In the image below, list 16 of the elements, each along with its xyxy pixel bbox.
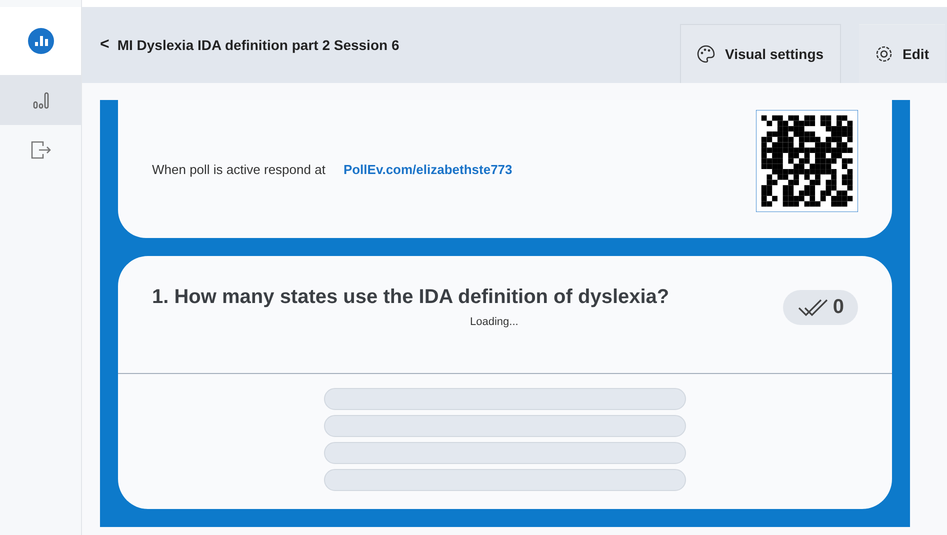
poll-link[interactable]: PollEv.com/elizabethste773 <box>343 162 512 176</box>
visual-settings-button[interactable]: Visual settings <box>680 24 841 83</box>
settings-icon <box>874 45 893 63</box>
respond-instructions: When poll is active respond at <box>152 162 326 176</box>
back-button[interactable]: < <box>100 36 118 54</box>
qr-code-icon <box>756 110 858 212</box>
palette-icon <box>696 45 715 63</box>
checkmarks-icon <box>796 296 829 318</box>
presentation-title: MI Dyslexia IDA definition part 2 Session 6 <box>117 37 400 53</box>
loading-text: Loading... <box>469 316 518 328</box>
response-count: 0 <box>782 290 858 325</box>
exit-icon <box>30 141 50 159</box>
logo-icon <box>28 28 54 54</box>
question-title: 1. How many states use the IDA definition of dyslexia? <box>152 285 670 310</box>
sidebar-item[interactable] <box>0 75 81 125</box>
bar-chart-icon <box>32 91 48 109</box>
